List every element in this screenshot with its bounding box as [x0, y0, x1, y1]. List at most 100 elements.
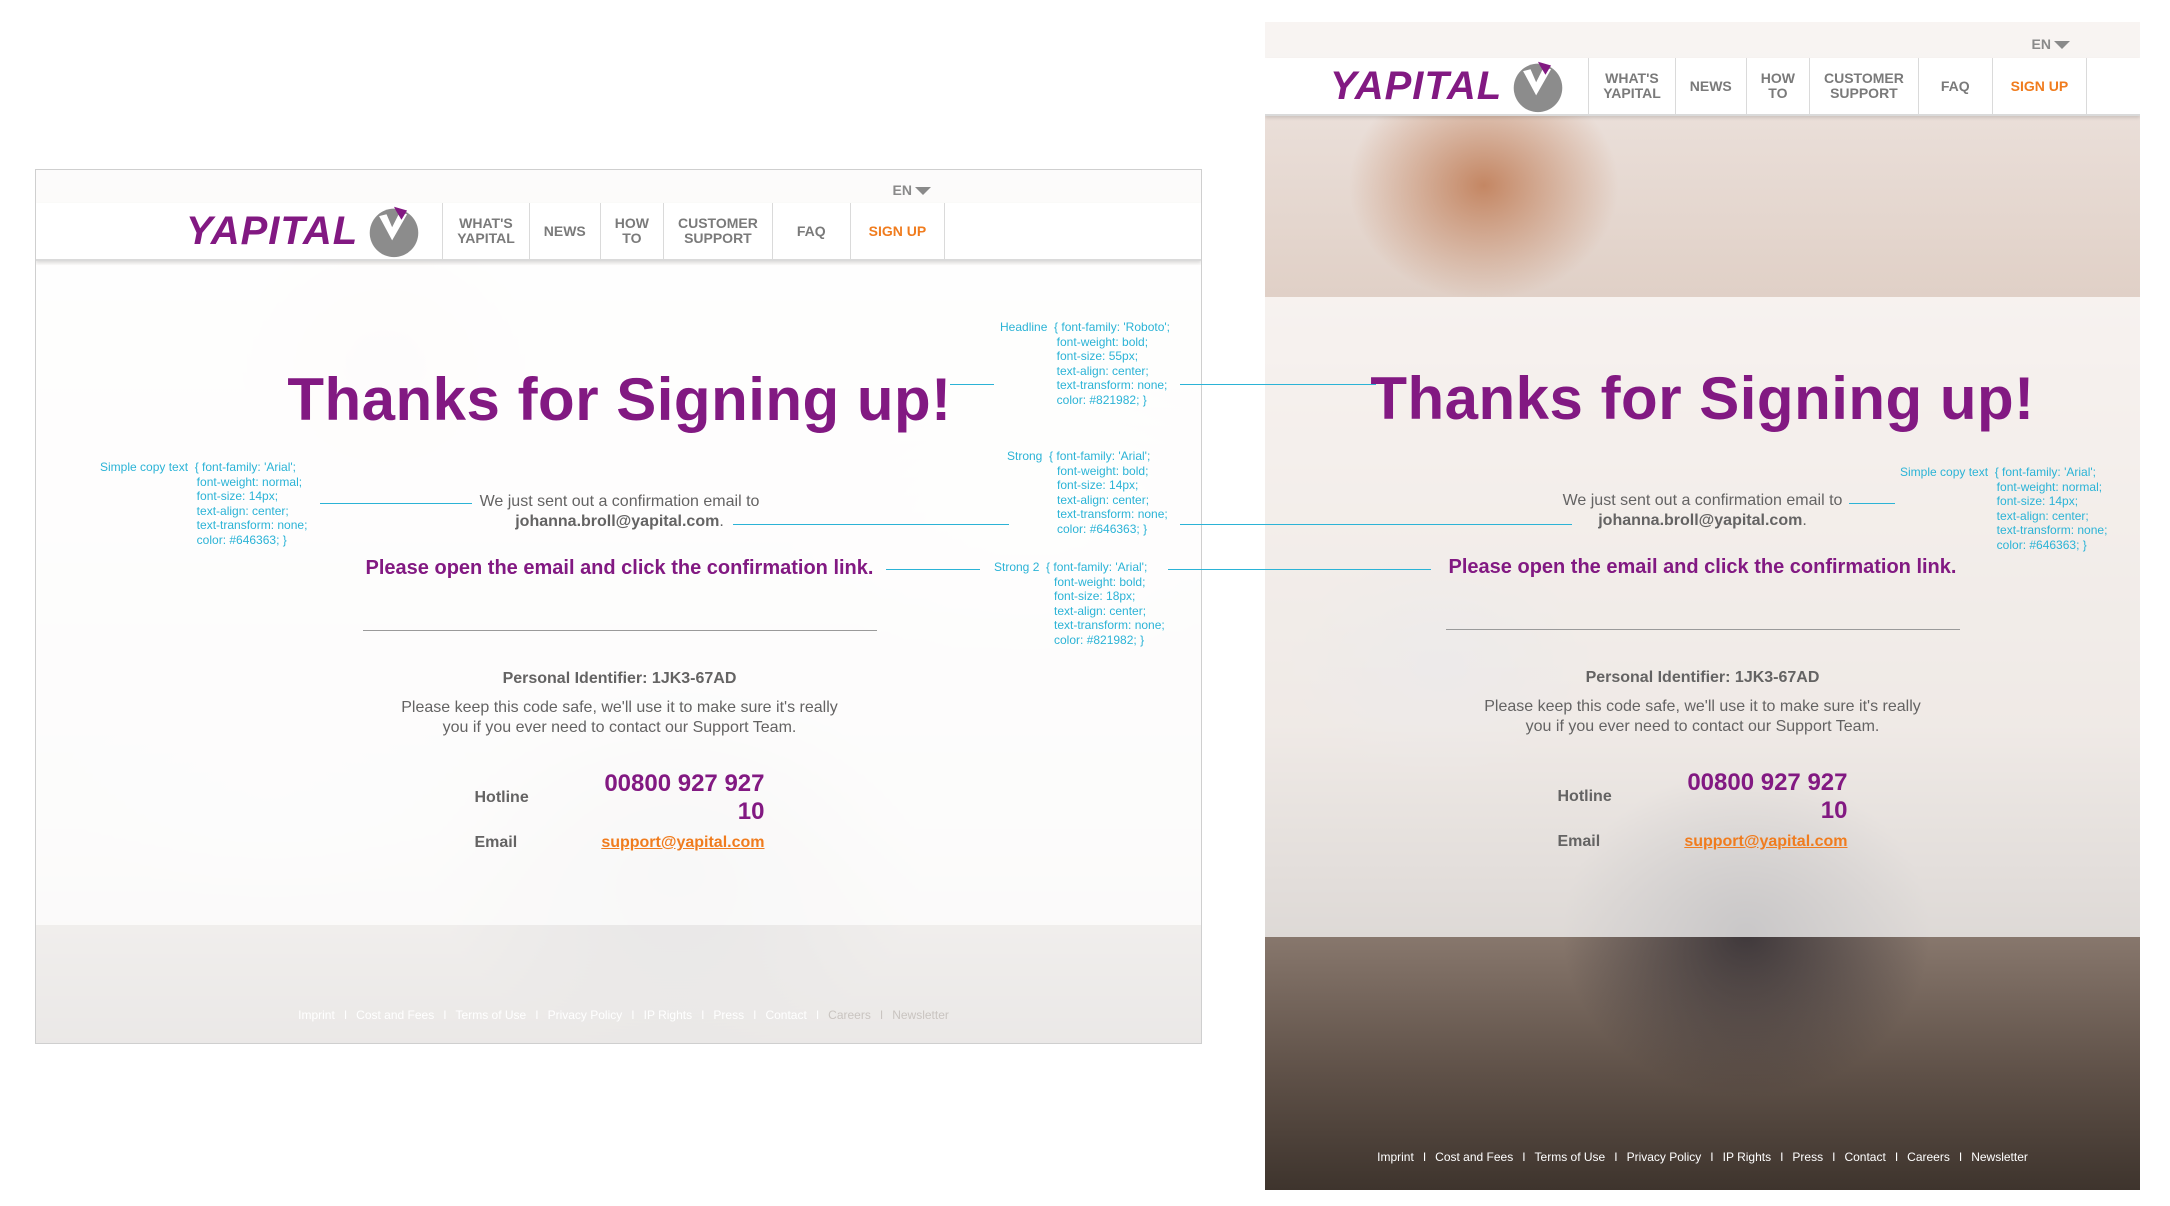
footer-link-imprint[interactable]: Imprint [1377, 1150, 1414, 1164]
nav-how-to[interactable]: HOW TO [1745, 58, 1809, 114]
keep-safe-text: you if you ever need to contact our Supp… [1525, 718, 1880, 735]
headline-style-annotation: Headline { font-family: 'Roboto'; font-w… [1000, 320, 1171, 407]
nav-sign-up[interactable]: SIGN UP [849, 203, 946, 259]
footer-link-newsletter[interactable]: Newsletter [892, 1008, 949, 1022]
email-label: Email [1557, 833, 1601, 850]
strong-connector-right [1180, 524, 1572, 525]
nav-label: NEWS [543, 222, 586, 239]
hotline-label: Hotline [1557, 788, 1612, 805]
top-strip [1265, 22, 2140, 62]
nav-label: SIGN UP [2010, 77, 2069, 94]
email-period: . [719, 513, 724, 530]
strong2-connector [886, 569, 980, 570]
footer-link-contact[interactable]: Contact [1844, 1150, 1885, 1164]
copy-style-annotation: Simple copy text { font-family: 'Arial';… [100, 460, 308, 547]
support-email-link[interactable]: support@yapital.com [575, 834, 764, 852]
strong2-connector-right [1168, 569, 1431, 570]
footer-link-imprint[interactable]: Imprint [298, 1008, 335, 1022]
footer-link-terms[interactable]: Terms of Use [456, 1008, 527, 1022]
instruction-text: Please open the email and click the conf… [1448, 556, 1957, 578]
nav-customer-support[interactable]: CUSTOMER SUPPORT [662, 203, 772, 259]
nav-label: WHAT'S YAPITAL [457, 215, 515, 246]
footer-link-privacy[interactable]: Privacy Policy [1627, 1150, 1702, 1164]
logo[interactable]: YAPITAL [1265, 58, 1588, 114]
nav-label: WHAT'S YAPITAL [1603, 70, 1661, 101]
language-selector[interactable]: EN [893, 182, 931, 198]
headline-connector [950, 384, 994, 385]
divider-wrap [1265, 629, 2140, 630]
identifier-block: Personal Identifier: 1JK3-67AD Please ke… [1265, 669, 2140, 737]
nav-whats-yapital[interactable]: WHAT'S YAPITAL [1588, 58, 1675, 114]
footer-link-ip-rights[interactable]: IP Rights [644, 1008, 692, 1022]
nav-how-to[interactable]: HOW TO [599, 203, 663, 259]
top-navigation: YAPITAL WHAT'S YAPITAL NEWS HOW TO CUSTO… [1265, 58, 2140, 116]
narrow-mockup: EN YAPITAL WHAT'S YAPITAL NEWS HOW TO CU… [1265, 22, 2140, 1190]
chevron-down-icon [2054, 41, 2070, 50]
nav-faq[interactable]: FAQ [1917, 58, 1992, 114]
logo-wordmark: YAPITAL [186, 208, 359, 253]
page-title: Thanks for Signing up! [1370, 365, 2035, 432]
nav-sign-up[interactable]: SIGN UP [1991, 58, 2088, 114]
support-email-link[interactable]: support@yapital.com [1658, 833, 1847, 851]
headline-connector-right [1180, 384, 1376, 385]
chevron-down-icon [915, 187, 931, 196]
footer-link-press[interactable]: Press [1792, 1150, 1823, 1164]
logo[interactable]: YAPITAL [156, 203, 442, 259]
strong-style-annotation: Strong { font-family: 'Arial'; font-weig… [1007, 449, 1168, 536]
nav-label: FAQ [796, 222, 826, 239]
nav-label: NEWS [1689, 77, 1732, 94]
contact-block: Hotline 00800 927 927 10 Email support@y… [1265, 769, 2140, 851]
hotline-number[interactable]: 00800 927 927 10 [1658, 769, 1847, 825]
user-email: johanna.broll@yapital.com [515, 513, 720, 530]
divider [362, 630, 877, 631]
copy-connector [320, 503, 472, 504]
strong-connector [733, 524, 1009, 525]
keep-safe-text: Please keep this code safe, we'll use it… [1484, 698, 1921, 715]
identifier-block: Personal Identifier: 1JK3-67AD Please ke… [36, 670, 1201, 738]
copy-style-annotation-right: Simple copy text { font-family: 'Arial';… [1900, 465, 2108, 552]
footer-link-terms[interactable]: Terms of Use [1535, 1150, 1606, 1164]
nav-news[interactable]: NEWS [528, 203, 600, 259]
nav-news[interactable]: NEWS [1674, 58, 1746, 114]
logo-wordmark: YAPITAL [1330, 63, 1503, 108]
nav-label: FAQ [1940, 77, 1970, 94]
hotline-number[interactable]: 00800 927 927 10 [575, 770, 764, 826]
divider [1445, 629, 1960, 630]
user-email: johanna.broll@yapital.com [1598, 512, 1803, 529]
instruction-block: Please open the email and click the conf… [1265, 556, 2140, 579]
yapital-logo-icon [369, 206, 419, 258]
copy-connector-right [1849, 503, 1895, 504]
nav-customer-support[interactable]: CUSTOMER SUPPORT [1808, 58, 1918, 114]
footer-link-careers[interactable]: Careers [1907, 1150, 1950, 1164]
footer-links: Imprint I Cost and Fees I Terms of Use I Priva… [298, 1008, 949, 1022]
keep-safe-text: you if you ever need to contact our Supp… [442, 719, 797, 736]
email-label: Email [474, 834, 518, 851]
nav-label: HOW TO [1760, 70, 1795, 101]
footer-link-press[interactable]: Press [713, 1008, 744, 1022]
footer-link-cost-fees[interactable]: Cost and Fees [356, 1008, 434, 1022]
nav-whats-yapital[interactable]: WHAT'S YAPITAL [442, 203, 529, 259]
nav-label: CUSTOMER SUPPORT [677, 215, 758, 246]
nav-label: CUSTOMER SUPPORT [1823, 70, 1904, 101]
hotline-label: Hotline [474, 789, 529, 806]
language-label: EN [2031, 36, 2051, 52]
language-selector[interactable]: EN [2032, 36, 2070, 52]
footer-links: Imprint I Cost and Fees I Terms of Use I Priva… [1377, 1150, 2028, 1164]
email-period: . [1802, 512, 1807, 529]
footer-link-contact[interactable]: Contact [765, 1008, 806, 1022]
nav-faq[interactable]: FAQ [771, 203, 850, 259]
footer-link-newsletter[interactable]: Newsletter [1971, 1150, 2028, 1164]
yapital-logo-icon [1513, 61, 1563, 113]
footer-link-careers[interactable]: Careers [828, 1008, 871, 1022]
personal-identifier: Personal Identifier: 1JK3-67AD [502, 670, 737, 687]
footer-link-privacy[interactable]: Privacy Policy [548, 1008, 623, 1022]
footer-link-ip-rights[interactable]: IP Rights [1723, 1150, 1771, 1164]
top-navigation: YAPITAL WHAT'S YAPITAL NEWS HOW TO CUSTO… [36, 203, 1201, 261]
design-spec-canvas: EN YAPITAL WHAT'S YAPITAL NEWS HOW TO CU… [0, 0, 2170, 1206]
language-label: EN [892, 182, 912, 198]
confirmation-content: Thanks for Signing up! [1265, 364, 2140, 433]
strong2-style-annotation: Strong 2 { font-family: 'Arial'; font-we… [994, 560, 1165, 647]
footer-link-cost-fees[interactable]: Cost and Fees [1435, 1150, 1513, 1164]
personal-identifier: Personal Identifier: 1JK3-67AD [1585, 669, 1820, 686]
